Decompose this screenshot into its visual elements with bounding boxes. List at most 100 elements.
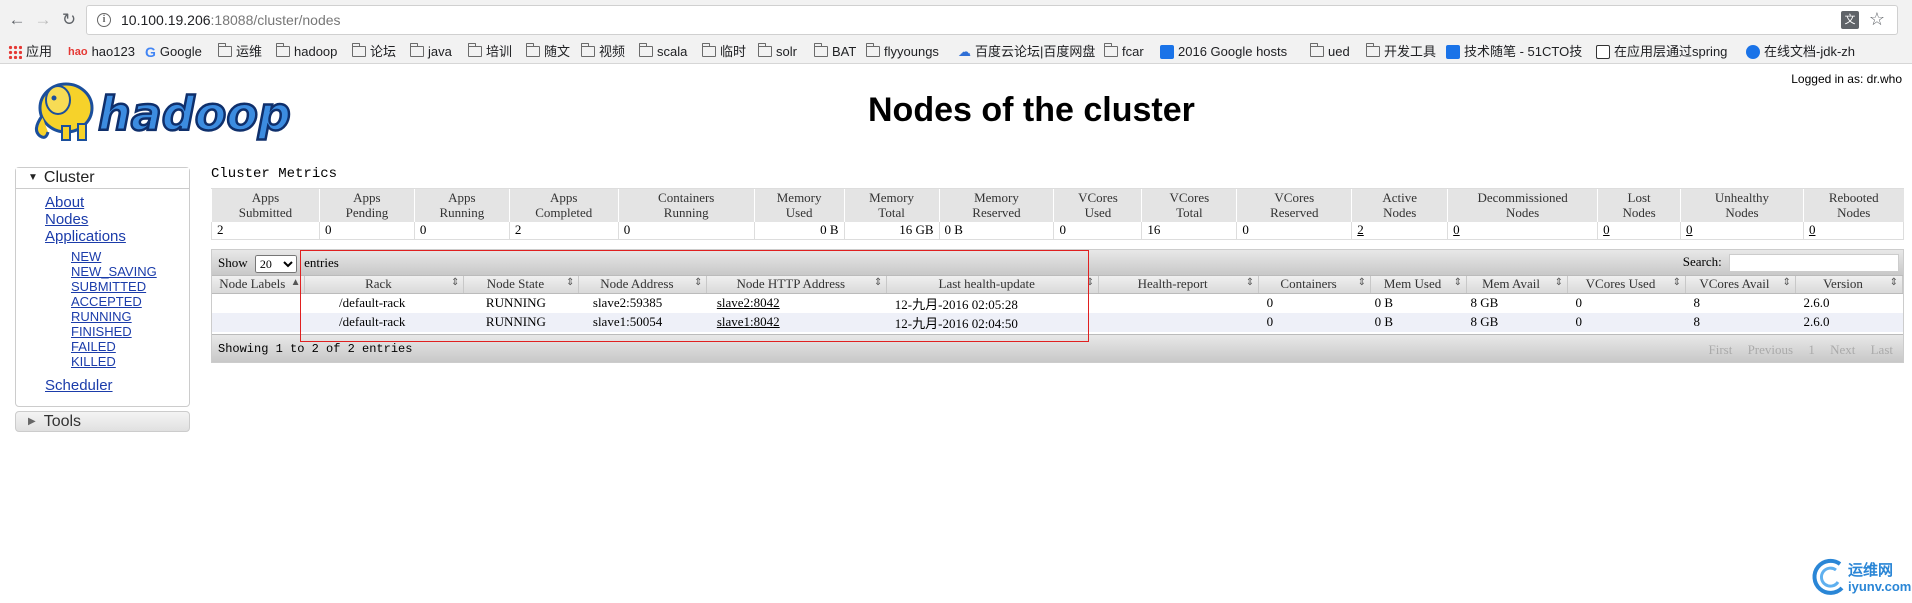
- bookmark-page[interactable]: 2016 Google hosts: [1160, 43, 1287, 61]
- cell-node-labels: [212, 312, 305, 332]
- cluster-metrics-table: Apps Submitted Apps Pending Apps Running Ap…: [211, 188, 1905, 240]
- bookmark-folder[interactable]: BAT: [813, 43, 856, 61]
- info-icon[interactable]: i: [97, 13, 111, 27]
- header-line: Memory: [974, 190, 1019, 206]
- header-line: Nodes: [1837, 205, 1871, 221]
- pager-previous[interactable]: Previous: [1748, 342, 1794, 357]
- cell-mem-avail: 8 GB: [1466, 293, 1568, 313]
- metrics-value-row: 2 0 0 2 0 0 B 16 GB 0 B 0 16 0 2 0 0 0 0: [211, 221, 1905, 240]
- sort-icon: ⇕: [693, 277, 703, 288]
- bookmark-folder[interactable]: flyyoungs: [865, 43, 939, 61]
- bookmark-folder[interactable]: 培训: [467, 43, 513, 61]
- app-state-finished[interactable]: FINISHED: [71, 324, 157, 339]
- app-state-killed[interactable]: KILLED: [71, 354, 157, 369]
- sort-icon: ⇕: [873, 277, 883, 288]
- bookmark-page[interactable]: 在线文档-jdk-zh: [1746, 43, 1855, 61]
- app-state-accepted[interactable]: ACCEPTED: [71, 294, 157, 309]
- bookmark-folder[interactable]: 临时: [701, 43, 746, 61]
- column-header-version[interactable]: Version ⇕: [1795, 276, 1904, 294]
- bookmark-folder[interactable]: 论坛: [351, 43, 396, 61]
- cell-containers: 0: [1258, 312, 1371, 332]
- pager-page-1[interactable]: 1: [1808, 342, 1815, 357]
- sidebar-tools[interactable]: ▶ Tools: [15, 411, 190, 432]
- url-text[interactable]: 10.100.19.206:18088/cluster/nodes: [121, 12, 341, 28]
- column-header-rack[interactable]: Rack ⇕: [304, 276, 465, 294]
- metrics-header: VCores Used: [1053, 188, 1142, 222]
- rebooted-nodes-link[interactable]: 0: [1809, 222, 1816, 237]
- app-state-failed[interactable]: FAILED: [71, 339, 157, 354]
- bookmark-folder[interactable]: 运维: [217, 43, 262, 61]
- metric-decommissioned-nodes: 0: [1447, 221, 1598, 240]
- bookmark-folder[interactable]: solr: [757, 43, 797, 61]
- unhealthy-nodes-link[interactable]: 0: [1686, 222, 1693, 237]
- pager-last[interactable]: Last: [1871, 342, 1893, 357]
- bookmark-star-icon[interactable]: ☆: [1869, 9, 1885, 30]
- bookmark-page[interactable]: 技术随笔 - 51CTO技: [1446, 43, 1582, 61]
- triangle-right-icon: ▶: [28, 416, 36, 427]
- app-state-new-saving[interactable]: NEW_SAVING: [71, 264, 157, 279]
- column-header-node-http-address[interactable]: Node HTTP Address ⇕: [706, 276, 888, 294]
- column-header-vcores-avail[interactable]: VCores Avail ⇕: [1685, 276, 1796, 294]
- lost-nodes-link[interactable]: 0: [1603, 222, 1610, 237]
- header-line: Apps: [448, 190, 476, 206]
- bookmark-folder[interactable]: scala: [638, 43, 687, 61]
- cell-node-address: slave1:50054: [578, 312, 707, 332]
- metrics-header: Memory Used: [753, 188, 845, 222]
- app-state-running[interactable]: RUNNING: [71, 309, 157, 324]
- back-arrow-icon[interactable]: ←: [6, 9, 28, 31]
- page-length-select[interactable]: 20: [254, 255, 297, 274]
- bookmark-folder[interactable]: java: [409, 43, 452, 61]
- entries-label: entries: [304, 255, 339, 270]
- bookmark-label: 培训: [486, 44, 513, 59]
- bookmark-folder[interactable]: 随文: [525, 43, 570, 61]
- bookmark-folder[interactable]: 开发工具: [1365, 43, 1436, 61]
- header-line: Nodes: [1506, 205, 1540, 221]
- column-header-last-health-update[interactable]: Last health-update ⇕: [886, 276, 1100, 294]
- sidebar-link-applications[interactable]: Applications: [45, 228, 126, 245]
- column-header-containers[interactable]: Containers ⇕: [1258, 276, 1372, 294]
- column-header-node-address[interactable]: Node Address ⇕: [578, 276, 708, 294]
- header-line: Used: [1084, 205, 1112, 221]
- bookmark-page[interactable]: 在应用层通过spring: [1596, 43, 1727, 61]
- bookmark-apps[interactable]: 应用: [8, 43, 52, 61]
- sidebar-link-scheduler[interactable]: Scheduler: [45, 377, 113, 394]
- translate-icon[interactable]: 文: [1841, 11, 1859, 29]
- bookmark-folder[interactable]: ued: [1309, 43, 1350, 61]
- app-state-submitted[interactable]: SUBMITTED: [71, 279, 157, 294]
- column-header-vcores-used[interactable]: VCores Used ⇕: [1567, 276, 1686, 294]
- address-bar[interactable]: i 10.100.19.206:18088/cluster/nodes 文 ☆: [86, 5, 1898, 35]
- reload-icon[interactable]: ↻: [58, 9, 80, 31]
- bookmark-google[interactable]: G Google: [145, 43, 202, 61]
- pager-next[interactable]: Next: [1830, 342, 1855, 357]
- active-nodes-link[interactable]: 2: [1357, 222, 1364, 237]
- column-header-mem-avail[interactable]: Mem Avail ⇕: [1466, 276, 1568, 294]
- sidebar-link-nodes[interactable]: Nodes: [45, 211, 126, 228]
- column-header-health-report[interactable]: Health-report ⇕: [1098, 276, 1260, 294]
- column-header-node-labels[interactable]: Node Labels ▲: [212, 276, 306, 294]
- bookmark-folder[interactable]: 视频: [580, 43, 625, 61]
- decommissioned-nodes-link[interactable]: 0: [1453, 222, 1460, 237]
- column-header-node-state[interactable]: Node State ⇕: [463, 276, 580, 294]
- cell-last-health-update: 12-九月-2016 02:04:50: [886, 312, 1099, 332]
- bookmark-hao123[interactable]: hao hao123: [68, 43, 135, 61]
- sidebar-link-about[interactable]: About: [45, 194, 126, 211]
- header-line: Completed: [535, 205, 593, 221]
- sort-icon: ⇕: [1672, 277, 1681, 288]
- node-http-link[interactable]: slave1:8042: [717, 314, 780, 329]
- bookmark-baidu[interactable]: ☁ 百度云论坛|百度网盘: [958, 43, 1095, 61]
- app-state-new[interactable]: NEW: [71, 249, 157, 264]
- pager-first[interactable]: First: [1708, 342, 1732, 357]
- search-input[interactable]: [1729, 254, 1899, 273]
- bookmark-folder[interactable]: fcar: [1103, 43, 1144, 61]
- column-label: Node State: [486, 276, 545, 292]
- metric-vcores-used: 0: [1053, 221, 1142, 240]
- node-http-link[interactable]: slave2:8042: [717, 295, 780, 310]
- sort-icon: ⇕: [1357, 277, 1367, 288]
- header-line: Lost: [1627, 190, 1651, 206]
- cluster-header[interactable]: ▼ Cluster: [16, 168, 189, 189]
- column-header-mem-used[interactable]: Mem Used ⇕: [1370, 276, 1468, 294]
- header-line: Active: [1382, 190, 1418, 206]
- bookmark-folder[interactable]: hadoop: [275, 43, 337, 61]
- folder-icon: [409, 43, 424, 58]
- forward-arrow-icon[interactable]: →: [32, 9, 54, 31]
